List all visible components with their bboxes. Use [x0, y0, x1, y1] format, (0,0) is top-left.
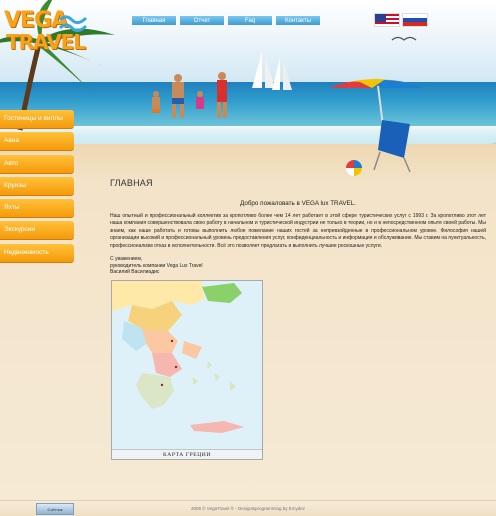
flag-ru-icon[interactable] — [402, 13, 428, 27]
intro-paragraph: Наш опытный и профессиональный коллектив… — [110, 213, 486, 249]
sidebar-item-excursions[interactable]: Экскурсии — [0, 221, 74, 240]
flag-us-icon[interactable] — [374, 13, 400, 27]
beach-umbrella-icon — [330, 79, 425, 151]
greece-map-image — [112, 281, 262, 449]
top-navigation: Главная Отчет Faq Контакты — [131, 15, 321, 27]
seagull-icon — [391, 36, 417, 41]
sidebar-menu: Гостиницы и виллы Авиа Авто Круизы Яхты … — [0, 110, 74, 266]
beach-chair-icon — [373, 120, 411, 173]
sidebar-item-auto[interactable]: Авто — [0, 154, 74, 173]
page-title: ГЛАВНАЯ — [110, 178, 153, 188]
map-caption: КАРТА ГРЕЦИИ — [112, 449, 262, 459]
nav-faq[interactable]: Faq — [227, 15, 273, 26]
logo[interactable]: VEGA TRAVEL — [4, 8, 94, 58]
footer: Счётчик 2008 © VegaTravel ® - Design&pro… — [0, 500, 496, 516]
signature-line: Василий Василиадис — [110, 269, 160, 276]
greece-map[interactable]: КАРТА ГРЕЦИИ — [111, 280, 263, 460]
signature-line: руководитель компании Vega Lux Travel — [110, 262, 203, 269]
beach-ball-icon — [346, 160, 362, 176]
signature: С уважением, руководитель компании Vega … — [110, 256, 486, 276]
sidebar-item-realestate[interactable]: Недвижимость — [0, 243, 74, 262]
nav-contacts[interactable]: Контакты — [275, 15, 321, 26]
signature-line: С уважением, — [110, 256, 143, 263]
sidebar-item-avia[interactable]: Авиа — [0, 132, 74, 151]
header-banner: VEGA TRAVEL Главная Отчет Faq Контакты — [0, 0, 496, 180]
page: VEGA TRAVEL Главная Отчет Faq Контакты Г… — [0, 0, 496, 516]
main-content: ГЛАВНАЯ Добро пожаловать в VEGA lux TRAV… — [110, 178, 486, 276]
nav-report[interactable]: Отчет — [179, 15, 225, 26]
nav-home[interactable]: Главная — [131, 15, 177, 26]
sidebar-item-cruises[interactable]: Круизы — [0, 176, 74, 195]
wave-icon — [58, 15, 88, 33]
welcome-heading: Добро пожаловать в VEGA lux TRAVEL. — [239, 200, 356, 207]
family-image — [152, 72, 227, 118]
sidebar-item-yachts[interactable]: Яхты — [0, 199, 74, 218]
language-switcher — [374, 13, 428, 27]
sidebar-item-hotels[interactable]: Гостиницы и виллы — [0, 110, 74, 128]
sailboat-icon — [252, 52, 292, 90]
footer-copyright: 2008 © VegaTravel ® - Design&programming… — [190, 506, 306, 511]
